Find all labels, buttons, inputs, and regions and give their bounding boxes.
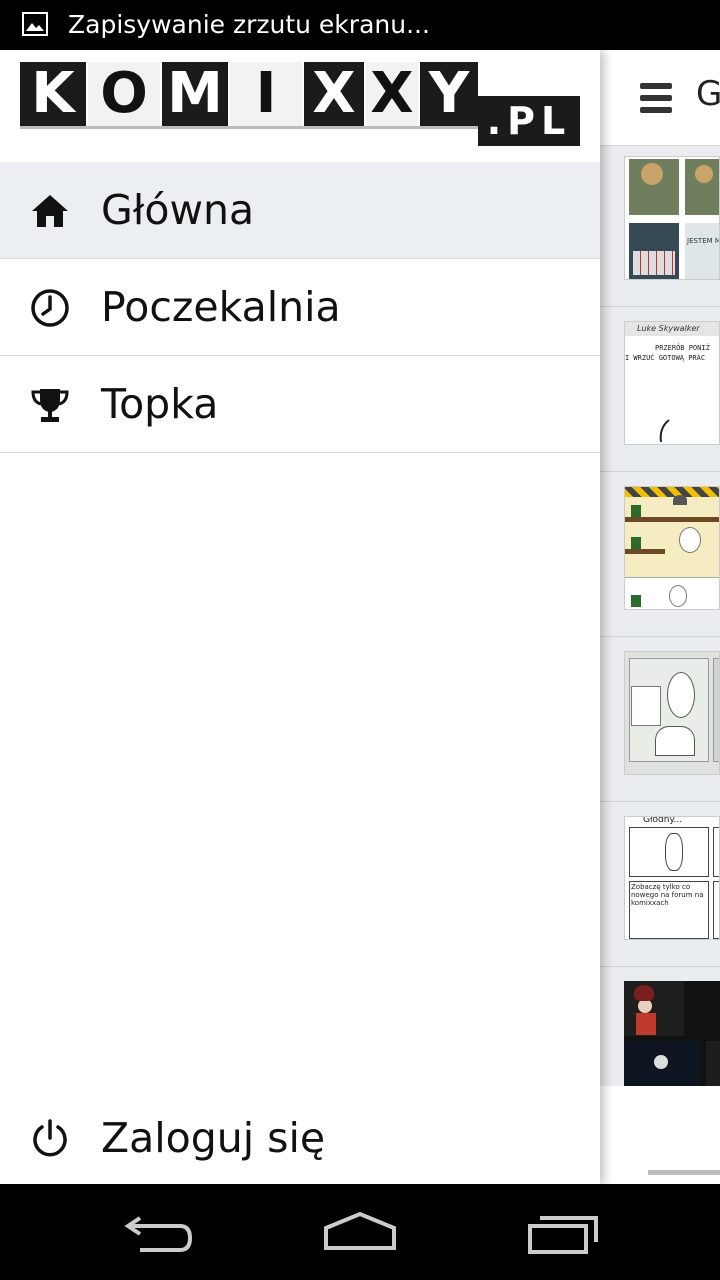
comic-thumbnail[interactable] [624,981,720,1086]
clock-icon [31,289,69,327]
logo-letter-m: M [162,62,228,126]
logo-underline [20,126,478,129]
comic-caption-text: Zobaczę tylko co nowego na forum na komi… [631,883,704,907]
logo-suffix: .PL [478,96,580,146]
power-icon [33,1119,67,1157]
comic-header-text: Głodny... [643,816,683,825]
status-bar: Zapisywanie zrzutu ekranu... [0,0,720,50]
app-bar: G [600,50,720,146]
image-icon [22,12,48,36]
comic-thumbnail[interactable]: Luke Skywalker PRZERÓB PONIŻ I WRZUĆ GOT… [624,321,720,445]
drawer-menu: Główna Poczekalnia Topka [0,162,600,453]
navigation-drawer: K O M I X X Y .PL Główna Poczekalnia Top… [0,50,600,1184]
comic-thumbnail[interactable]: Głodny... Zobaczę tylko co nowego na for… [624,816,720,940]
scroll-indicator [648,1170,720,1175]
logo-letter-o: O [88,62,160,126]
comic-thumbnail[interactable] [624,651,720,775]
comic-bubble-text: JESTEM M [687,237,720,245]
home-nav-icon[interactable] [320,1208,400,1258]
comic-thumbnail[interactable] [624,486,720,610]
home-icon [32,195,68,227]
comic-text-line: I WRZUĆ GOTOWĄ PRAC [625,354,706,362]
comic-list[interactable]: JESTEM M Luke Skywalker PRZERÓB PONIŻ I … [600,146,720,1086]
logo-letter-y: Y [420,62,478,126]
system-navigation-bar [0,1184,720,1280]
logo-letter-i: I [230,62,302,126]
comic-drawing [659,419,670,443]
drawer-item-label: Główna [101,186,255,234]
app-title: G [696,74,720,114]
status-notification-text: Zapisywanie zrzutu ekranu... [68,10,430,39]
main-footer [600,1086,720,1184]
comic-text-line: PRZERÓB PONIŻ [655,344,710,352]
recents-icon[interactable] [524,1208,604,1258]
logo-letter-x2: X [366,62,418,126]
hamburger-icon[interactable] [640,83,672,113]
drawer-item-poczekalnia[interactable]: Poczekalnia [0,259,600,356]
login-button[interactable]: Zaloguj się [0,1088,600,1184]
trophy-icon [31,389,69,422]
comic-thumbnail[interactable]: JESTEM M [624,156,720,280]
logo-letter-k: K [20,62,86,126]
drawer-item-label: Poczekalnia [101,283,341,331]
drawer-item-glowna[interactable]: Główna [0,162,600,259]
drawer-item-topka[interactable]: Topka [0,356,600,453]
comic-author-text: Luke Skywalker [637,324,700,333]
logo-letter-x: X [304,62,364,126]
main-screen: G JESTEM M Luke Skywalker PRZERÓB PONIŻ … [600,50,720,1184]
back-icon[interactable] [120,1208,200,1258]
drawer-item-label: Topka [101,380,219,428]
login-label: Zaloguj się [101,1114,326,1162]
